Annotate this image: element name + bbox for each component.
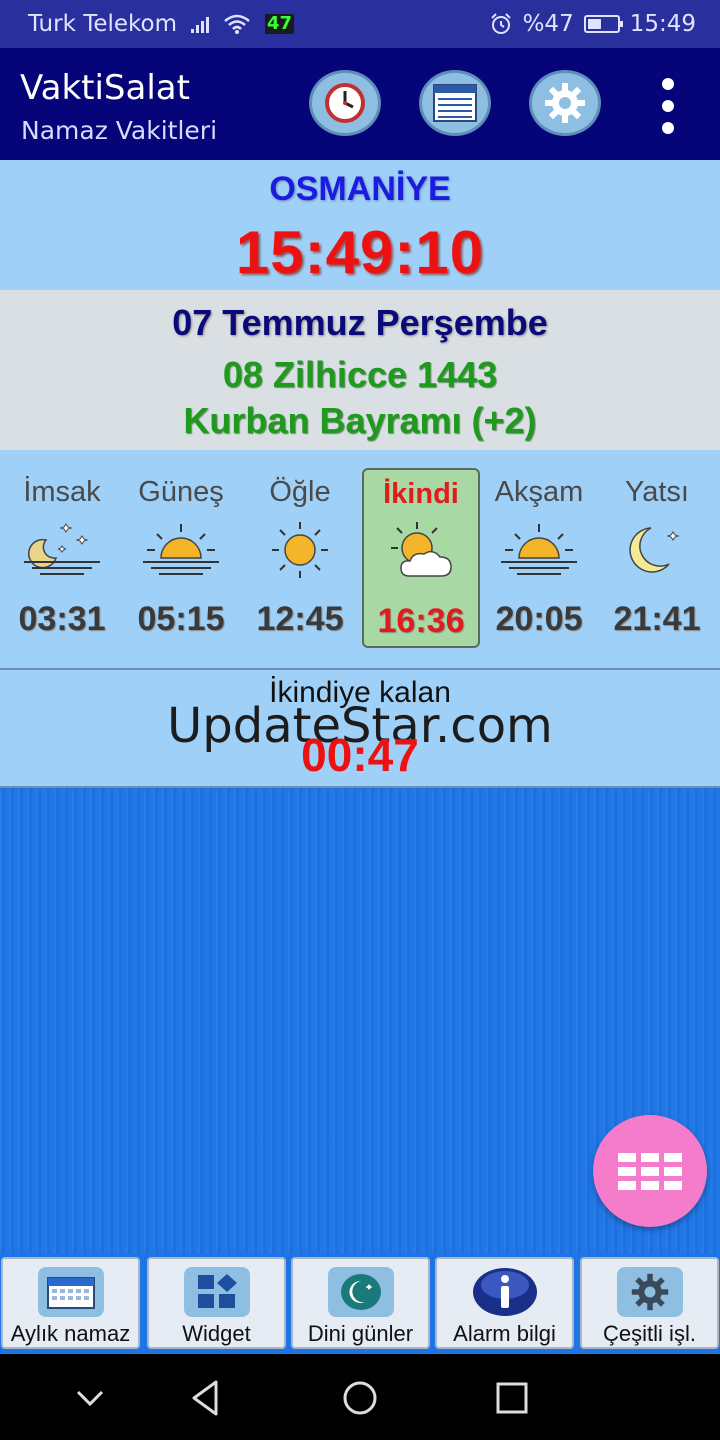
prayer-name: Yatsı xyxy=(625,476,689,508)
hijri-date: 08 Zilhicce 1443 xyxy=(222,354,498,395)
alarm-info-button[interactable]: Alarm bilgi xyxy=(435,1257,574,1349)
crescent-icon xyxy=(340,1274,381,1310)
date-panel: 07 Temmuz Perşembe 08 Zilhicce 1443 Kurb… xyxy=(0,290,720,450)
button-label: Widget xyxy=(182,1321,251,1346)
status-time: 15:49 xyxy=(629,11,696,37)
prayer-times-panel: İmsak 03:31 Güneş 05:15 Öğle 12:45 İkind… xyxy=(0,450,720,670)
status-bar: Turk Telekom 47 %47 15:49 xyxy=(0,0,720,48)
icon-tile xyxy=(37,1267,104,1317)
list-sheet-icon xyxy=(433,84,477,122)
system-nav-bar xyxy=(0,1354,720,1440)
sunset-icon xyxy=(501,524,577,575)
prayer-imsak[interactable]: İmsak 03:31 xyxy=(3,468,121,648)
prayer-aksam[interactable]: Akşam 20:05 xyxy=(480,468,598,648)
prayer-name: İmsak xyxy=(23,476,101,508)
gregorian-date: 07 Temmuz Perşembe xyxy=(172,302,548,343)
prayer-time: 05:15 xyxy=(137,600,225,638)
bottom-toolbar: Aylık namaz Widget Dini günler Alarm bil… xyxy=(0,1254,720,1354)
holiday-text: Kurban Bayramı (+2) xyxy=(183,400,537,441)
button-label: Alarm bilgi xyxy=(453,1321,556,1346)
info-icon xyxy=(472,1268,537,1316)
prayer-yatsi[interactable]: Yatsı 21:41 xyxy=(598,468,716,648)
prayer-name: Öğle xyxy=(269,476,331,508)
icon-tile xyxy=(183,1267,250,1317)
city-clock-panel: OSMANİYE 15:49:10 xyxy=(0,160,720,290)
clock-icon xyxy=(325,83,365,123)
menu-fab-button[interactable] xyxy=(593,1115,707,1227)
prayer-time: 03:31 xyxy=(18,600,106,638)
calendar-icon xyxy=(46,1277,95,1309)
remaining-countdown: 00:47 xyxy=(301,729,419,781)
gear-icon xyxy=(545,83,585,123)
grid-icon xyxy=(618,1152,682,1190)
icon-tile xyxy=(327,1267,394,1317)
crescent-moon-icon xyxy=(629,527,680,573)
calendar-list-button[interactable] xyxy=(419,70,491,136)
prayer-time: 20:05 xyxy=(495,600,583,638)
icon-tile xyxy=(472,1267,538,1317)
prayer-name: Akşam xyxy=(494,476,584,508)
settings-button[interactable] xyxy=(529,70,601,136)
network-badge: 47 xyxy=(265,13,295,34)
button-label: Dini günler xyxy=(307,1321,414,1346)
monthly-prayer-button[interactable]: Aylık namaz xyxy=(1,1257,140,1349)
religious-days-button[interactable]: Dini günler xyxy=(291,1257,430,1349)
signal-icon xyxy=(191,15,210,33)
prayer-name: İkindi xyxy=(383,478,459,510)
remaining-time-panel: İkindiye kalan UpdateStar.com 00:47 xyxy=(0,670,720,788)
button-label: Çeşitli işl. xyxy=(603,1321,696,1346)
icon-tile xyxy=(616,1267,683,1317)
battery-icon xyxy=(583,15,623,33)
prayer-name: Güneş xyxy=(138,476,224,508)
widget-icon xyxy=(197,1274,237,1308)
prayer-ikindi[interactable]: İkindi 16:36 xyxy=(362,468,480,648)
app-bar: VaktiSalat Namaz Vakitleri xyxy=(0,48,720,160)
misc-operations-button[interactable]: Çeşitli işl. xyxy=(580,1257,719,1349)
prayer-gunes[interactable]: Güneş 05:15 xyxy=(122,468,240,648)
sunrise-icon xyxy=(143,524,219,575)
widget-button[interactable]: Widget xyxy=(147,1257,286,1349)
prayer-time: 16:36 xyxy=(377,602,465,640)
sun-icon xyxy=(272,522,328,578)
overflow-menu-button[interactable] xyxy=(656,78,680,134)
gear-icon xyxy=(631,1273,668,1311)
prayer-time: 12:45 xyxy=(256,600,344,638)
sun-cloud-icon xyxy=(391,522,452,577)
chevron-down-icon[interactable] xyxy=(68,1376,112,1420)
battery-percent: %47 xyxy=(522,11,574,37)
prayer-time: 21:41 xyxy=(613,600,701,638)
prayer-ogle[interactable]: Öğle 12:45 xyxy=(241,468,359,648)
carrier-name: Turk Telekom xyxy=(28,11,178,37)
moon-stars-horizon-icon xyxy=(24,523,100,575)
app-subtitle: Namaz Vakitleri xyxy=(21,116,218,145)
recents-icon[interactable] xyxy=(490,1376,534,1420)
app-title: VaktiSalat xyxy=(20,68,190,108)
wifi-icon xyxy=(224,14,250,34)
city-name[interactable]: OSMANİYE xyxy=(0,170,720,209)
back-icon[interactable] xyxy=(184,1376,228,1420)
home-icon[interactable] xyxy=(338,1376,382,1420)
button-label: Aylık namaz xyxy=(10,1321,131,1346)
alarm-button[interactable] xyxy=(309,70,381,136)
current-time: 15:49:10 xyxy=(235,219,485,286)
alarm-clock-icon xyxy=(490,13,511,34)
